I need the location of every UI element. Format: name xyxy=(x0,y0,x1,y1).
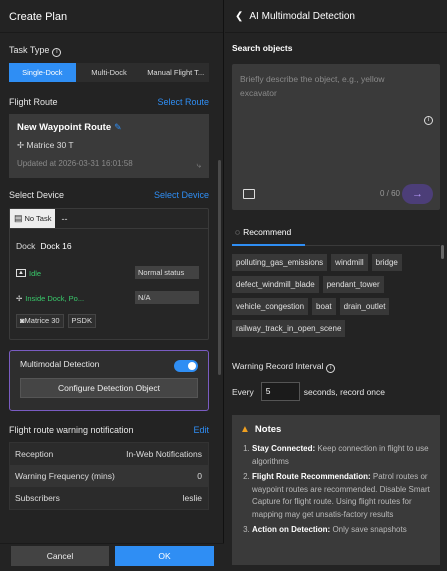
warning-label: Flight route warning notification xyxy=(9,425,134,435)
search-input[interactable]: Briefly describe the object, e.g., yello… xyxy=(232,64,440,210)
info-icon[interactable]: i xyxy=(326,364,336,373)
cancel-button[interactable]: Cancel xyxy=(11,546,109,566)
dock-state: Idle xyxy=(29,268,42,278)
right-scrollbar[interactable] xyxy=(441,245,444,259)
chip[interactable]: boat xyxy=(312,298,336,315)
task-value: -- xyxy=(61,213,68,224)
search-placeholder: Briefly describe the object, e.g., yello… xyxy=(240,74,385,98)
drone-value: N/A xyxy=(135,291,199,304)
select-device-link[interactable]: Select Device xyxy=(154,190,209,200)
ok-button[interactable]: OK xyxy=(115,546,214,566)
chip[interactable]: vehicle_congestion xyxy=(232,298,309,315)
list-item: Flight Route Recommendation: Patrol rout… xyxy=(252,471,432,521)
task-type-selector: Single-Dock Multi-Dock Manual Flight T..… xyxy=(9,63,209,82)
ai-detection-body: Search objects Briefly describe the obje… xyxy=(232,33,440,565)
flight-route-header: Flight Route Select Route xyxy=(9,97,209,107)
chip[interactable]: polluting_gas_emissions xyxy=(232,254,328,271)
task-type-multi-dock[interactable]: Multi-Dock xyxy=(76,63,143,82)
route-card[interactable]: New Waypoint Route ✎ ✢ Matrice 30 T Updat… xyxy=(9,114,209,178)
route-path-icon: ⤷ xyxy=(196,161,201,170)
image-upload-icon[interactable] xyxy=(243,189,255,199)
clipboard-icon: ▤ xyxy=(14,213,23,223)
interval-input[interactable]: 5 xyxy=(260,382,300,401)
task-type-single-dock[interactable]: Single-Dock xyxy=(9,63,76,82)
task-type-label: Task Type i xyxy=(9,45,209,57)
dock-name: Dock 16 xyxy=(40,241,72,251)
tab-recommend[interactable]: ◌ Recommend xyxy=(232,222,440,246)
create-plan-body: Task Type i Single-Dock Multi-Dock Manual… xyxy=(0,33,218,510)
dock-status: Normal status xyxy=(135,266,199,279)
table-row: Subscribers leslie xyxy=(10,487,208,509)
interval-row: Every 5 seconds, record once xyxy=(232,382,440,401)
send-arrow-button[interactable]: → xyxy=(402,184,433,204)
task-badge: ▤ No Task xyxy=(10,209,56,228)
warning-table: Reception In-Web Notifications Warning Fr… xyxy=(9,442,209,510)
route-name: New Waypoint Route xyxy=(17,122,112,133)
warning-header: Flight route warning notification Edit xyxy=(9,425,209,435)
ai-detection-panel: ❮ AI Multimodal Detection Search objects … xyxy=(225,0,447,571)
multimodal-toggle[interactable] xyxy=(174,360,198,372)
notes-title: Notes xyxy=(254,424,282,435)
create-plan-panel: Create Plan Task Type i Single-Dock Multi… xyxy=(0,0,224,571)
footer: Cancel OK xyxy=(0,543,224,571)
select-route-link[interactable]: Select Route xyxy=(157,97,209,107)
tab-underline xyxy=(232,244,305,246)
device-card: ▤ No Task -- Dock Dock 16 ▲ Idle Normal st… xyxy=(9,208,209,340)
chip[interactable]: windmill xyxy=(331,254,368,271)
info-icon[interactable]: i xyxy=(52,48,62,57)
recommend-chips: polluting_gas_emissions windmill bridge … xyxy=(232,254,436,337)
panel-title: Create Plan xyxy=(0,0,223,33)
char-count: 0 / 60 xyxy=(379,189,400,198)
notes-list: Stay Connected: Keep connection in fligh… xyxy=(240,443,432,537)
warning-edit-link[interactable]: Edit xyxy=(193,425,209,435)
task-type-manual-flight[interactable]: Manual Flight T... xyxy=(142,63,209,82)
multimodal-label: Multimodal Detection xyxy=(20,359,100,369)
left-scrollbar[interactable] xyxy=(218,160,221,375)
route-updated: Updated at 2026-03-31 16:01:58 xyxy=(17,159,133,168)
device-header: Select Device Select Device xyxy=(9,190,209,200)
psdk-tag: PSDK xyxy=(67,314,96,328)
search-objects-label: Search objects xyxy=(232,43,293,53)
table-row: Reception In-Web Notifications xyxy=(10,443,208,465)
list-item: Action on Detection: Only save snapshots xyxy=(252,524,432,537)
drone-state: Inside Dock, Po... xyxy=(25,293,85,303)
dock-row: Dock Dock 16 xyxy=(16,241,72,251)
back-chevron-icon[interactable]: ❮ xyxy=(235,11,243,22)
route-model: Matrice 30 T xyxy=(26,140,74,150)
lightbulb-icon: ◌ xyxy=(235,227,241,237)
notes-card: ▲ Notes Stay Connected: Keep connection i… xyxy=(232,415,440,565)
list-item: Stay Connected: Keep connection in fligh… xyxy=(252,443,432,468)
chip[interactable]: drain_outlet xyxy=(339,298,390,315)
interval-label: Warning Record Interval i xyxy=(232,361,440,373)
chip[interactable]: defect_windmill_blade xyxy=(232,276,319,293)
dock-icon: ▲ xyxy=(16,269,26,277)
drone-icon: ✢ xyxy=(16,293,23,303)
chip[interactable]: bridge xyxy=(371,254,402,271)
multimodal-detection-card: Multimodal Detection Configure Detection… xyxy=(9,350,209,411)
chip[interactable]: railway_track_in_open_scene xyxy=(232,320,346,337)
drone-model-tag: ◙Matrice 30 xyxy=(16,314,64,328)
ai-detection-header: ❮ AI Multimodal Detection xyxy=(225,0,447,33)
warning-icon: ▲ xyxy=(240,424,250,435)
ai-detection-title: AI Multimodal Detection xyxy=(249,11,355,22)
select-device-label: Select Device xyxy=(9,190,65,200)
table-row: Warning Frequency (mins) 0 xyxy=(10,465,208,487)
edit-pencil-icon[interactable]: ✎ xyxy=(114,122,122,132)
flight-route-label: Flight Route xyxy=(9,97,58,107)
info-icon[interactable]: i xyxy=(424,116,433,125)
configure-detection-button[interactable]: Configure Detection Object xyxy=(20,378,198,398)
chip[interactable]: pendant_tower xyxy=(322,276,384,293)
